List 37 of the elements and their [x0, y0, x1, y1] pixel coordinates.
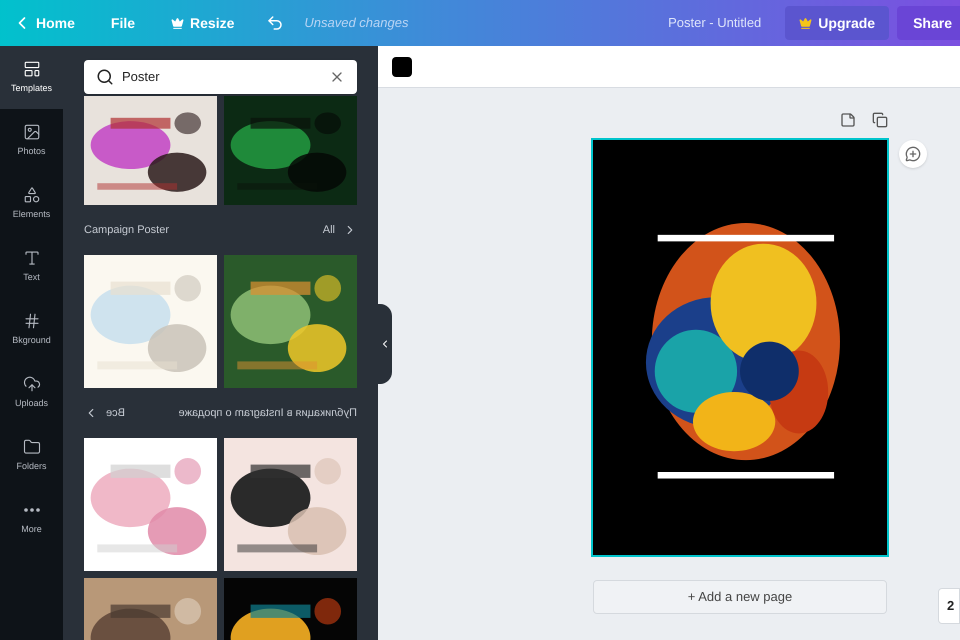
folder-icon [22, 438, 40, 456]
crown-icon [171, 16, 184, 30]
rail-tab[interactable]: Text [0, 235, 63, 298]
rail-tab[interactable]: Elements [0, 172, 63, 235]
templates-icon [22, 60, 40, 78]
rail-tab[interactable]: More [0, 487, 63, 550]
rail-tab[interactable]: Photos [0, 109, 63, 172]
color-swatch[interactable] [392, 56, 412, 76]
add-page-button[interactable]: + Add a new page [593, 580, 887, 614]
undo-button[interactable] [266, 14, 284, 32]
copy-icon [872, 112, 888, 128]
section-title: Campaign Poster [84, 222, 169, 238]
rail-tab[interactable]: Folders [0, 424, 63, 487]
search-input[interactable]: Poster [122, 67, 321, 87]
comment-button[interactable] [899, 140, 927, 168]
rail-tab[interactable]: Uploads [0, 361, 63, 424]
note-icon [840, 112, 856, 128]
upgrade-button[interactable]: Upgrade [785, 6, 890, 40]
text-icon [22, 248, 40, 267]
rail-tab[interactable]: Bkground [0, 298, 63, 361]
search-icon [96, 68, 114, 86]
document-title: Poster - Untitled [668, 14, 762, 32]
see-all-link[interactable]: All [322, 222, 357, 238]
rail-tab[interactable]: Templates [0, 46, 63, 109]
crown-icon [799, 16, 812, 30]
zoom-button[interactable]: 2 [938, 588, 960, 624]
search-field[interactable]: Poster [84, 60, 357, 94]
image-icon [22, 122, 40, 141]
more-icon [24, 508, 40, 512]
section-title: Публикация в Instagram о продаже [178, 406, 357, 421]
save-status: Unsaved changes [304, 14, 408, 32]
panel-collapse-handle[interactable] [378, 304, 392, 384]
comment-add-icon [905, 146, 921, 162]
share-button[interactable]: Share [897, 6, 960, 40]
see-all-link[interactable]: Все [84, 404, 125, 422]
shapes-icon [22, 186, 40, 204]
upload-icon [22, 374, 40, 393]
